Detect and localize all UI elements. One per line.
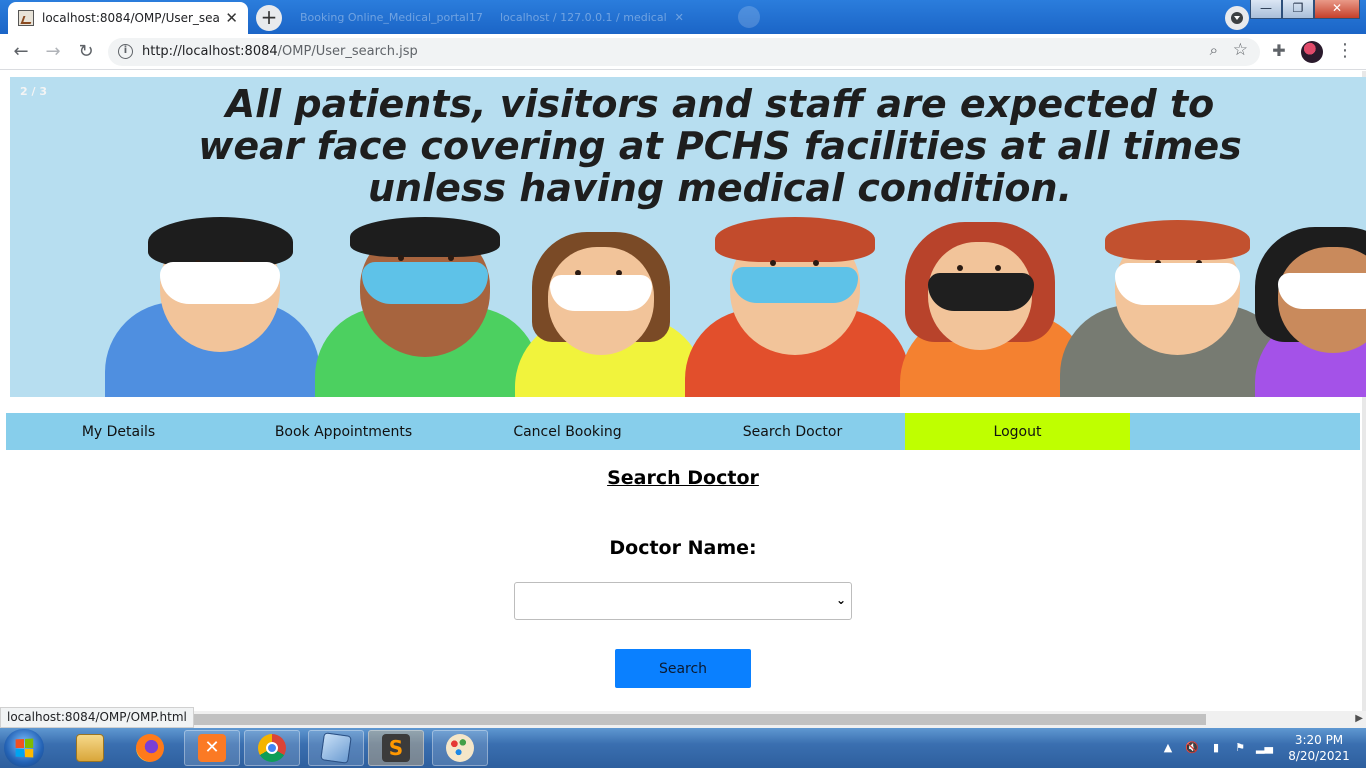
banner-line: unless having medical condition. xyxy=(367,166,1073,210)
horizontal-scrollbar[interactable]: ▶ xyxy=(0,711,1366,728)
taskbar-clock[interactable]: 3:20 PM 8/20/2021 xyxy=(1284,732,1354,764)
nav-search-doctor[interactable]: Search Doctor xyxy=(680,413,905,450)
page-title-text: Search Doctor xyxy=(607,467,759,489)
banner-line: wear face covering at PCHS facilities at… xyxy=(198,124,1242,168)
virtualbox-icon xyxy=(320,732,352,764)
signal-strength-icon[interactable]: ▂▄ xyxy=(1256,740,1273,756)
clock-date: 8/20/2021 xyxy=(1288,749,1350,763)
taskbar-file-explorer[interactable] xyxy=(62,730,118,766)
show-hidden-icons-icon[interactable]: ▲ xyxy=(1160,740,1176,756)
folder-icon xyxy=(76,734,104,762)
nav-my-details[interactable]: My Details xyxy=(6,413,231,450)
banner-line: All patients, visitors and staff are exp… xyxy=(225,82,1215,126)
bookmark-star-icon[interactable]: ☆ xyxy=(1233,40,1248,60)
tab-search-button[interactable] xyxy=(1225,6,1249,30)
tab-title: localhost / 127.0.0.1 / medical xyxy=(500,10,667,24)
tab-close-icon[interactable]: ✕ xyxy=(675,11,684,24)
site-info-icon[interactable]: i xyxy=(118,44,133,59)
tab-overflow-icon[interactable] xyxy=(738,6,760,28)
zoom-icon[interactable]: ⌕ xyxy=(1210,41,1218,59)
xampp-icon: ✕ xyxy=(198,734,226,762)
nav-logout[interactable]: Logout xyxy=(905,413,1130,450)
url-host: http://localhost:8084 xyxy=(142,44,278,59)
windows-taskbar: ✕ S ▲ 🔇 ▮ ⚑ ▂▄ 3:20 PM 8/20/2021 xyxy=(0,728,1366,768)
taskbar-virtualbox[interactable] xyxy=(308,730,364,766)
network-warning-icon[interactable]: ⚑ xyxy=(1232,740,1248,756)
tab-title: localhost:8084/OMP/User_search xyxy=(42,11,220,25)
browser-tab-background[interactable]: localhost / 127.0.0.1 / medical ✕ xyxy=(492,4,728,30)
main-nav: My Details Book Appointments Cancel Book… xyxy=(6,413,1360,450)
search-button[interactable]: Search xyxy=(615,649,751,688)
page-favicon-icon xyxy=(18,10,34,26)
chevron-down-icon: ⌄ xyxy=(835,593,846,607)
paint-palette-icon xyxy=(446,734,474,762)
taskbar-xampp[interactable]: ✕ xyxy=(184,730,240,766)
page-viewport: 2 / 3 All patients, visitors and staff a… xyxy=(0,71,1366,711)
page-title: Search Doctor xyxy=(0,467,1366,489)
reload-icon[interactable]: ↻ xyxy=(74,40,98,64)
browser-tab-background[interactable]: Booking Online_Medical_portal17 ✕ xyxy=(292,4,488,30)
taskbar-chrome[interactable] xyxy=(244,730,300,766)
banner-slideshow: 2 / 3 All patients, visitors and staff a… xyxy=(10,77,1366,397)
scrollbar-thumb[interactable] xyxy=(176,714,1206,725)
nav-book-appointments[interactable]: Book Appointments xyxy=(231,413,456,450)
close-window-button[interactable]: ✕ xyxy=(1314,0,1360,19)
browser-tab-active[interactable]: localhost:8084/OMP/User_search ✕ xyxy=(8,2,248,34)
doctor-name-select[interactable]: ⌄ xyxy=(514,582,852,620)
volume-muted-icon[interactable]: 🔇 xyxy=(1184,740,1200,756)
chrome-icon xyxy=(258,734,286,762)
nav-cancel-booking[interactable]: Cancel Booking xyxy=(455,413,680,450)
forward-arrow-icon[interactable]: → xyxy=(41,40,65,64)
new-tab-button[interactable]: + xyxy=(256,5,282,31)
url-text[interactable]: http://localhost:8084/OMP/User_search.js… xyxy=(142,44,418,59)
windows-logo-icon xyxy=(15,738,34,758)
chevron-down-icon xyxy=(1231,12,1243,24)
back-arrow-icon[interactable]: ← xyxy=(9,40,33,64)
link-status-bar: localhost:8084/OMP/OMP.html xyxy=(0,707,194,728)
sublime-text-icon: S xyxy=(382,734,410,762)
window-controls: — ❐ ✕ xyxy=(1250,0,1360,19)
action-center-icon[interactable]: ▮ xyxy=(1208,740,1224,756)
restore-button[interactable]: ❐ xyxy=(1282,0,1314,19)
start-button[interactable] xyxy=(4,729,44,767)
taskbar-paint[interactable] xyxy=(432,730,488,766)
banner-message: All patients, visitors and staff are exp… xyxy=(10,83,1366,209)
url-path: /OMP/User_search.jsp xyxy=(277,44,418,59)
profile-avatar[interactable] xyxy=(1301,41,1323,63)
tab-close-icon[interactable]: ✕ xyxy=(225,9,238,27)
taskbar-sublime-text[interactable]: S xyxy=(368,730,424,766)
browser-tab-strip: localhost:8084/OMP/User_search ✕ + Booki… xyxy=(0,0,1366,34)
scroll-right-arrow-icon[interactable]: ▶ xyxy=(1355,713,1363,724)
clock-time: 3:20 PM xyxy=(1294,733,1344,747)
firefox-icon xyxy=(136,734,164,762)
minimize-button[interactable]: — xyxy=(1250,0,1282,19)
tab-title: Booking Online_Medical_portal17 xyxy=(300,10,483,24)
extensions-puzzle-icon[interactable]: ✚ xyxy=(1269,41,1289,61)
browser-toolbar: ← → ↻ i http://localhost:8084/OMP/User_s… xyxy=(0,34,1366,70)
address-bar[interactable]: i http://localhost:8084/OMP/User_search.… xyxy=(108,38,1260,66)
browser-menu-icon[interactable]: ⋮ xyxy=(1336,40,1354,64)
taskbar-firefox[interactable] xyxy=(122,730,178,766)
doctor-name-label: Doctor Name: xyxy=(609,537,757,559)
system-tray: ▲ 🔇 ▮ ⚑ ▂▄ xyxy=(1160,728,1280,768)
